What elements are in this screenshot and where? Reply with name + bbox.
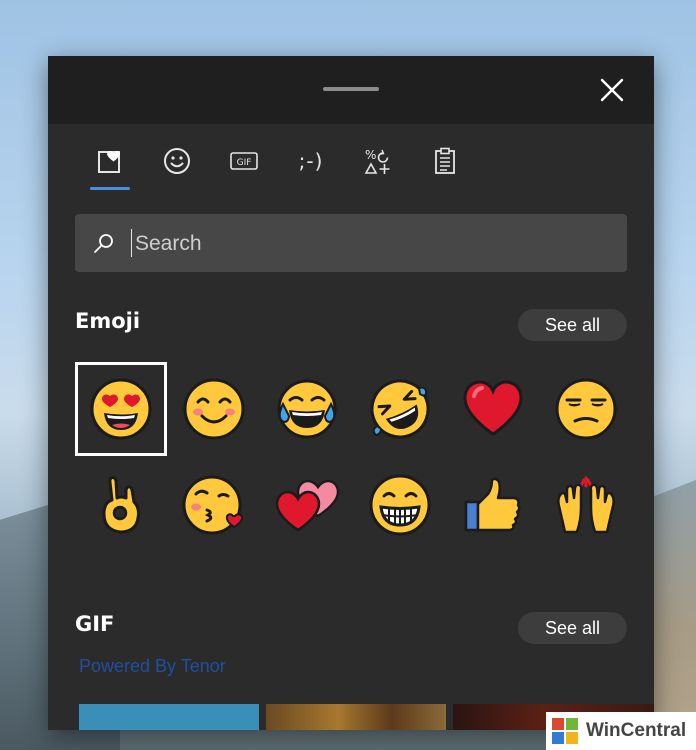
- tab-kaomoji[interactable]: ;-): [289, 138, 333, 184]
- red-heart-emoji[interactable]: [447, 362, 539, 456]
- clipboard-icon: [435, 147, 455, 174]
- raising-hands-emoji[interactable]: [540, 458, 632, 552]
- grinning-teeth-emoji[interactable]: [354, 458, 446, 552]
- emoji-section-title: Emoji: [75, 309, 141, 333]
- raising-hands-emoji-icon: [557, 476, 615, 534]
- gif-icon: GIF: [230, 152, 258, 170]
- kissing-heart-emoji-icon: [182, 475, 244, 535]
- gif-see-all-button[interactable]: See all: [518, 612, 627, 644]
- ok-hand-emoji[interactable]: [75, 458, 167, 552]
- category-tabs: GIF ;-) %: [74, 138, 494, 194]
- tab-favorites[interactable]: [88, 138, 132, 190]
- tab-clipboard[interactable]: [423, 138, 467, 184]
- tears-of-joy-emoji-icon: [277, 379, 337, 439]
- search-box[interactable]: [75, 214, 627, 272]
- watermark: WinCentral: [546, 712, 696, 750]
- watermark-text: WinCentral: [586, 720, 687, 741]
- tab-emoji[interactable]: [155, 138, 199, 184]
- gif-thumbnail[interactable]: [266, 704, 446, 730]
- gif-section-title: GIF: [75, 612, 115, 636]
- tab-gif[interactable]: GIF: [222, 138, 266, 184]
- text-cursor: [131, 229, 132, 257]
- search-input[interactable]: [133, 224, 607, 264]
- kissing-heart-emoji[interactable]: [168, 458, 260, 552]
- heart-eyes-emoji[interactable]: [75, 362, 167, 456]
- rolling-laughing-emoji[interactable]: [354, 362, 446, 456]
- gif-icon-label: GIF: [237, 158, 252, 168]
- unamused-emoji-icon: [555, 378, 617, 440]
- heart-eyes-emoji-icon: [90, 378, 152, 440]
- thumbs-up-emoji-icon: [464, 477, 521, 532]
- tears-of-joy-emoji[interactable]: [261, 362, 353, 456]
- powered-by-tenor-link[interactable]: Powered By Tenor: [79, 656, 226, 677]
- title-bar[interactable]: [48, 56, 654, 124]
- emoji-panel: GIF ;-) % Search Emoji See all GIF See a…: [48, 56, 654, 730]
- windows-logo-icon: [552, 718, 578, 744]
- close-icon: [600, 78, 624, 102]
- ok-hand-emoji-icon: [102, 475, 140, 534]
- two-hearts-emoji-icon: [275, 479, 340, 532]
- symbols-icon: %: [364, 148, 390, 174]
- emoji-see-all-button[interactable]: See all: [518, 309, 627, 341]
- emoji-grid: [75, 362, 635, 562]
- search-icon: [94, 234, 113, 253]
- active-tab-indicator: [90, 187, 130, 190]
- kaomoji-icon: ;-): [298, 149, 324, 173]
- heart-clipboard-icon: [98, 151, 120, 173]
- unamused-emoji[interactable]: [540, 362, 632, 456]
- rolling-laughing-emoji-icon: [370, 379, 430, 439]
- smiling-blush-emoji[interactable]: [168, 362, 260, 456]
- two-hearts-emoji[interactable]: [261, 458, 353, 552]
- close-button[interactable]: [594, 72, 630, 108]
- gif-thumbnail[interactable]: [79, 704, 259, 730]
- thumbs-up-emoji[interactable]: [447, 458, 539, 552]
- tab-symbols[interactable]: %: [356, 138, 400, 184]
- smiley-icon: [164, 148, 190, 174]
- smiling-blush-emoji-icon: [183, 378, 245, 440]
- svg-text:%: %: [365, 148, 376, 162]
- grinning-teeth-emoji-icon: [369, 474, 431, 536]
- drag-handle[interactable]: [323, 87, 379, 91]
- red-heart-emoji-icon: [463, 380, 523, 436]
